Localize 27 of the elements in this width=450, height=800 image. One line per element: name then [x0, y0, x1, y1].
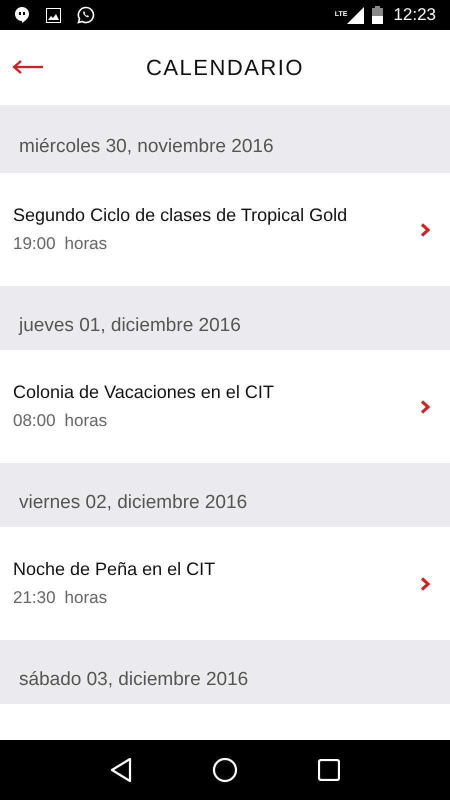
event-title: Noche de Peña en el CIT [13, 559, 216, 580]
date-heading: viernes 02, diciembre 2016 [19, 492, 248, 513]
date-heading: jueves 01, diciembre 2016 [19, 315, 241, 336]
chevron-right-icon[interactable] [420, 222, 430, 236]
date-heading: miércoles 30, noviembre 2016 [19, 136, 274, 157]
date-heading: sábado 03, diciembre 2016 [19, 669, 248, 690]
chat-bubble-icon [14, 6, 30, 24]
time-unit: horas [64, 411, 108, 431]
image-icon [46, 8, 61, 22]
page-title: CALENDARIO [146, 54, 304, 80]
battery-icon [372, 6, 384, 24]
event-title: Segundo Ciclo de clases de Tropical Gold [13, 205, 348, 226]
time-unit: horas [64, 588, 108, 608]
chevron-right-icon[interactable] [420, 576, 430, 590]
event-title: Colonia de Vacaciones en el CIT [13, 382, 275, 403]
event-time: 08:00 [13, 411, 56, 431]
chevron-right-icon[interactable] [420, 400, 430, 414]
signal-icon [347, 6, 364, 24]
home-nav-icon[interactable] [212, 757, 238, 783]
back-nav-icon[interactable] [110, 757, 132, 783]
clock-time: 12:23 [393, 5, 436, 25]
time-unit: horas [64, 234, 108, 254]
back-button[interactable] [12, 58, 44, 76]
phone-bubble-icon [77, 6, 95, 24]
event-time: 19:00 [13, 234, 56, 254]
event-time: 21:30 [13, 588, 56, 608]
recents-nav-icon[interactable] [318, 759, 340, 781]
